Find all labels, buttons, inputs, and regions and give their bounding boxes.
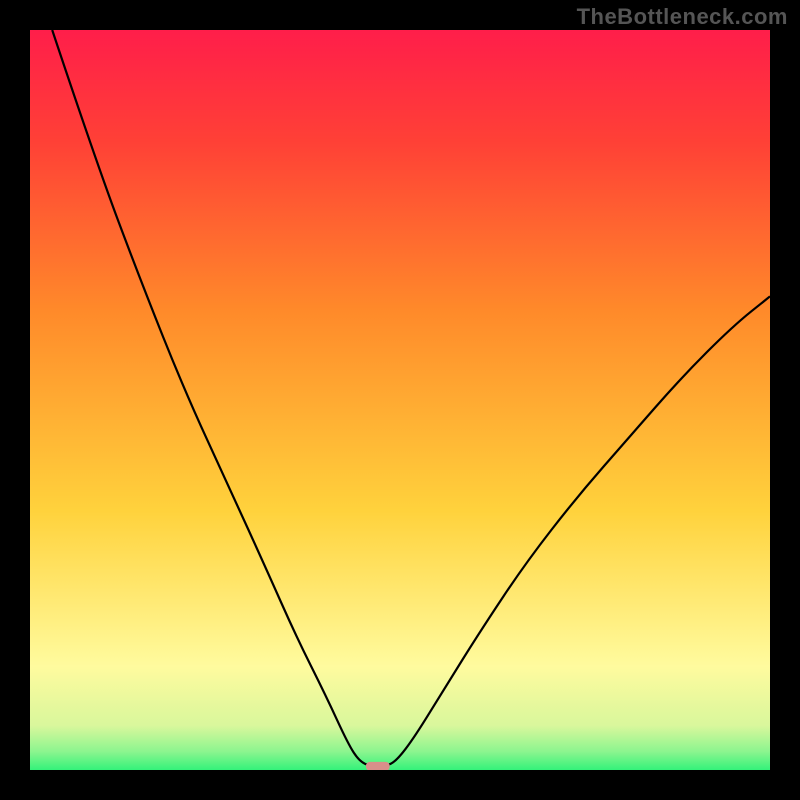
- plot-svg: [30, 30, 770, 770]
- plot-area: [30, 30, 770, 770]
- chart-frame: TheBottleneck.com: [0, 0, 800, 800]
- watermark-text: TheBottleneck.com: [577, 4, 788, 30]
- min-marker: [366, 762, 390, 770]
- gradient-background: [30, 30, 770, 770]
